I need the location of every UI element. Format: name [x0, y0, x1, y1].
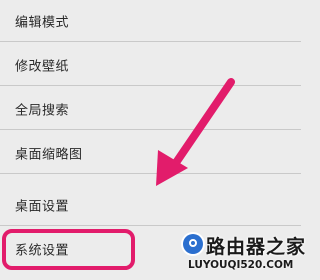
watermark: 路由器之家 LUYOUQI520.COM	[183, 232, 305, 280]
watermark-url: LUYOUQI520.COM	[188, 259, 294, 271]
watermark-name: 路由器之家	[206, 236, 307, 258]
router-logo-icon	[183, 234, 203, 254]
